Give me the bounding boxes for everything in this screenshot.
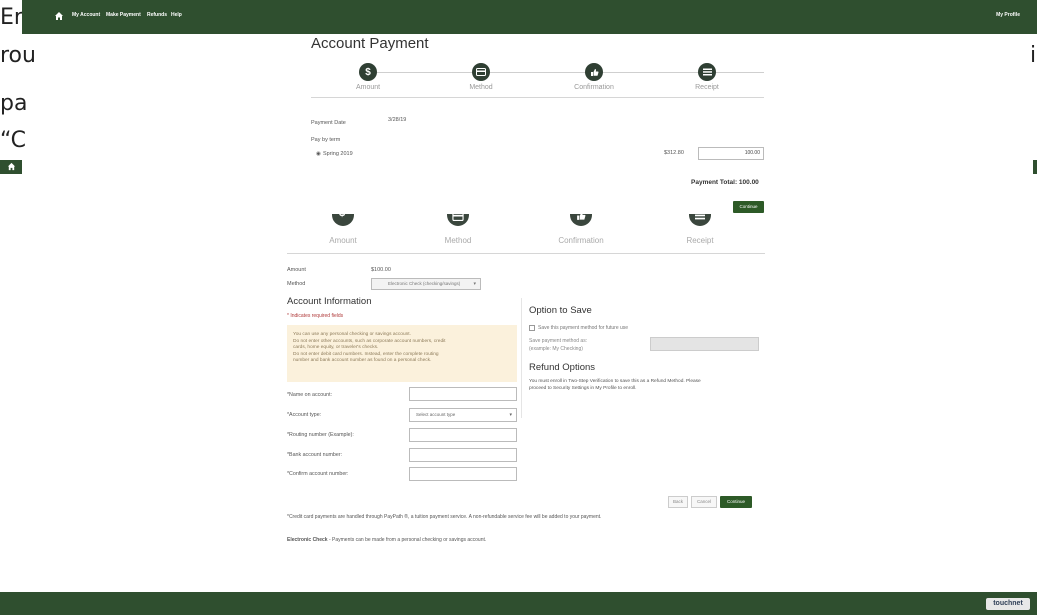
notice-line: number and bank account number as found …: [293, 358, 432, 363]
amount-label: Amount: [287, 267, 306, 273]
method-label: Method: [287, 281, 306, 287]
nav-my-profile[interactable]: My Profile: [996, 12, 1020, 18]
step-amount-icon: $: [359, 63, 377, 81]
step2-confirmation-icon: [570, 214, 592, 226]
account-type-value: Select account type: [416, 412, 456, 417]
background-text-line2: rou: [0, 43, 36, 68]
credit-card-note: *Credit card payments are handled throug…: [287, 514, 602, 520]
chevron-down-icon: ▾: [509, 412, 512, 418]
nav-make-payment[interactable]: Make Payment: [106, 12, 141, 18]
cancel-button[interactable]: Cancel: [691, 496, 717, 508]
payment-date-label: Payment Date: [311, 120, 346, 126]
background-text-line4: “C: [0, 128, 26, 153]
notice-line: You can use any personal checking or sav…: [293, 332, 411, 337]
step-label-amount: Amount: [355, 84, 381, 91]
electronic-check-text: - Payments can be made from a personal c…: [327, 537, 487, 543]
chevron-down-icon: ▾: [473, 281, 476, 287]
right-nav-strip: [1033, 160, 1037, 174]
pay-by-term-label: Pay by term: [311, 137, 341, 143]
payment-amount-input[interactable]: 100.00: [698, 147, 764, 160]
steps2-divider: [287, 253, 765, 254]
term-amount: $312.80: [664, 150, 684, 156]
save-as-label-2: (example: My Checking): [529, 346, 583, 352]
nav-help[interactable]: Help: [171, 12, 182, 18]
routing-number-label: *Routing number (Example):: [287, 432, 354, 438]
save-payment-checkbox[interactable]: [529, 325, 535, 331]
continue-button-2[interactable]: Continue: [720, 496, 752, 508]
top-navigation-bar: My Account Make Payment Refunds Help My …: [22, 0, 1037, 34]
left-nav-strip: [0, 160, 22, 174]
electronic-check-bold: Electronic Check: [287, 537, 328, 543]
touchnet-logo: touchnet: [986, 598, 1030, 610]
step-label-confirmation: Confirmation: [574, 84, 614, 91]
page-title: Account Payment: [311, 35, 429, 52]
step-label-receipt: Receipt: [695, 84, 719, 91]
confirm-account-number-label: *Confirm account number:: [287, 471, 349, 477]
step-confirmation-icon: [585, 63, 603, 81]
step2-method-icon: [447, 214, 469, 226]
save-as-label-1: Save payment method as:: [529, 338, 588, 344]
term-label: Spring 2019: [323, 151, 353, 157]
refund-options-title: Refund Options: [529, 362, 596, 373]
footer-bar: [0, 592, 1037, 615]
step-method-icon: [472, 63, 490, 81]
step2-label-confirmation: Confirmation: [558, 236, 604, 245]
option-to-save-title: Option to Save: [529, 305, 592, 316]
step2-label-amount: Amount: [329, 236, 357, 245]
account-type-label: *Account type:: [287, 412, 322, 418]
refund-text-2: proceed to Security Settings in My Profi…: [529, 386, 637, 391]
step-label-method: Method: [469, 84, 493, 91]
required-note: * Indicates required fields: [287, 313, 344, 319]
back-button[interactable]: Back: [668, 496, 688, 508]
home-icon[interactable]: [54, 11, 64, 21]
account-notice: You can use any personal checking or sav…: [287, 325, 517, 382]
home-icon[interactable]: [7, 162, 16, 171]
step2-receipt-icon: [689, 214, 711, 226]
steps-bar-2: $ Amount Method Confirmation Receipt: [287, 214, 765, 254]
name-on-account-input[interactable]: [409, 387, 517, 401]
bank-account-number-input[interactable]: [409, 448, 517, 462]
nav-refunds[interactable]: Refunds: [147, 12, 167, 18]
bank-account-number-label: *Bank account number:: [287, 452, 343, 458]
nav-my-account[interactable]: My Account: [72, 12, 100, 18]
payment-total: Payment Total: 100.00: [691, 179, 759, 186]
account-info-title: Account Information: [287, 296, 372, 307]
routing-number-input[interactable]: [409, 428, 517, 442]
background-text-line3: pa: [0, 91, 28, 116]
confirm-account-number-input[interactable]: [409, 467, 517, 481]
continue-button[interactable]: Continue: [733, 201, 764, 213]
refund-text-1: You must enroll in Two-Step Verification…: [529, 379, 701, 384]
name-on-account-label: *Name on account:: [287, 392, 333, 398]
method-select[interactable]: Electronic Check (checking/savings) ▾: [371, 278, 481, 290]
right-column-divider: [521, 298, 522, 418]
background-text-line2-right: i: [1030, 43, 1037, 68]
step-receipt-icon: [698, 63, 716, 81]
payment-date-value: 3/28/19: [388, 117, 407, 123]
steps-divider: [311, 97, 764, 98]
save-payment-checkbox-label: Save this payment method for future use: [538, 325, 629, 331]
amount-value: $100.00: [371, 267, 391, 273]
step2-label-receipt: Receipt: [686, 236, 714, 245]
step2-label-method: Method: [444, 236, 472, 245]
method-select-value: Electronic Check (checking/savings): [388, 281, 461, 286]
step2-amount-icon: $: [332, 214, 354, 226]
save-as-nickname-input[interactable]: [650, 337, 759, 351]
electronic-check-note: Electronic Check - Payments can be made …: [287, 537, 486, 543]
term-radio-icon[interactable]: ◉: [316, 151, 321, 157]
account-type-select[interactable]: Select account type ▾: [409, 408, 517, 422]
